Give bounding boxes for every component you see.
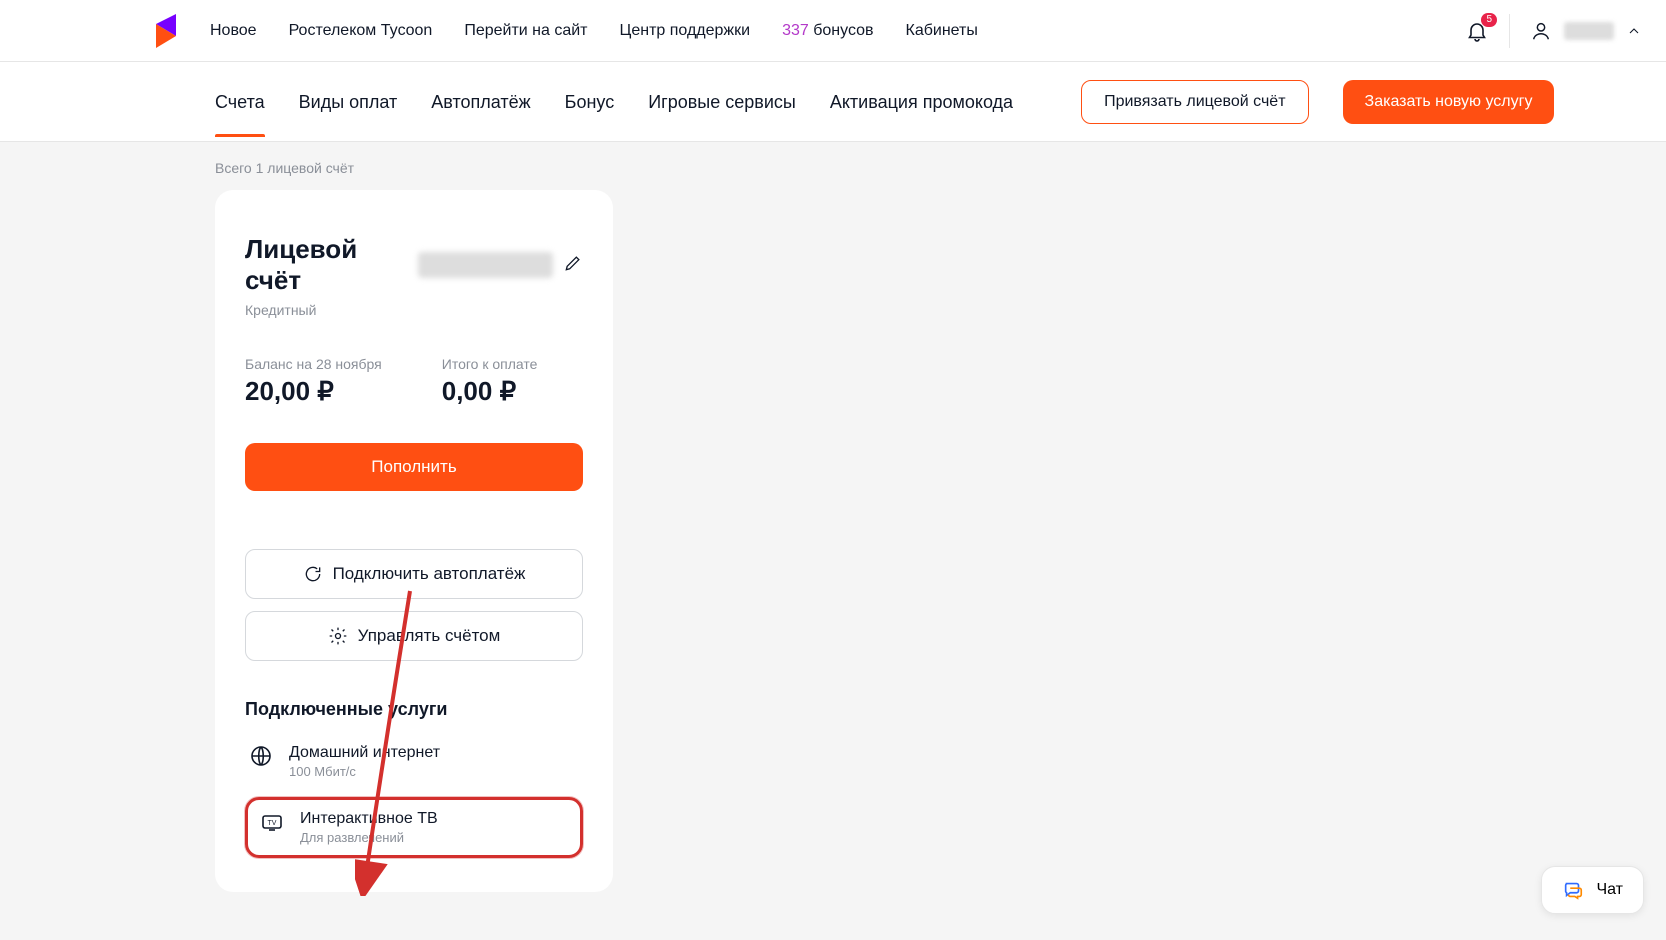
- due-value: 0,00 ₽: [442, 376, 538, 407]
- user-icon: [1530, 20, 1552, 42]
- globe-icon: [249, 744, 273, 768]
- gear-icon: [328, 626, 348, 646]
- nav-tycoon[interactable]: Ростелеком Tycoon: [289, 22, 433, 40]
- service-tv-name: Интерактивное ТВ: [300, 810, 438, 828]
- service-tv-sub: Для развлечений: [300, 830, 438, 845]
- divider: [1509, 14, 1510, 48]
- edit-account-button[interactable]: [563, 253, 583, 278]
- user-name-redacted: [1564, 22, 1614, 40]
- service-internet-sub: 100 Мбит/c: [289, 764, 440, 779]
- brand-logo[interactable]: [150, 14, 182, 48]
- notifications-badge: 5: [1481, 13, 1497, 27]
- account-title: Лицевой счёт: [245, 234, 408, 296]
- refresh-icon: [303, 564, 323, 584]
- svg-text:TV: TV: [268, 820, 277, 827]
- balance-label: Баланс на 28 ноября: [245, 356, 382, 372]
- tab-promo[interactable]: Активация промокода: [830, 66, 1013, 137]
- bonus-word: бонусов: [813, 22, 873, 39]
- manage-account-button[interactable]: Управлять счётом: [245, 611, 583, 661]
- header-right: 5: [1465, 14, 1642, 48]
- nav-site[interactable]: Перейти на сайт: [464, 22, 587, 40]
- notifications-button[interactable]: 5: [1465, 19, 1489, 43]
- chevron-up-icon: [1626, 23, 1642, 39]
- tab-payments[interactable]: Виды оплат: [299, 66, 398, 137]
- manage-label: Управлять счётом: [358, 626, 501, 646]
- nav-support[interactable]: Центр поддержки: [620, 22, 751, 40]
- topup-button[interactable]: Пополнить: [245, 443, 583, 491]
- user-menu[interactable]: [1530, 20, 1642, 42]
- tv-icon: TV: [260, 810, 284, 834]
- chat-icon: [1562, 879, 1584, 901]
- accounts-count: Всего 1 лицевой счёт: [215, 160, 1451, 176]
- autopay-button[interactable]: Подключить автоплатёж: [245, 549, 583, 599]
- service-internet-name: Домашний интернет: [289, 744, 440, 762]
- balance-value: 20,00 ₽: [245, 376, 382, 407]
- due-block: Итого к оплате 0,00 ₽: [442, 356, 538, 407]
- service-tv[interactable]: TV Интерактивное ТВ Для развлечений: [260, 810, 568, 845]
- account-card: Лицевой счёт Кредитный Баланс на 28 нояб…: [215, 190, 613, 892]
- account-number-redacted: [418, 252, 553, 278]
- content-area: Всего 1 лицевой счёт Лицевой счёт Кредит…: [0, 142, 1666, 932]
- tab-autopay[interactable]: Автоплатёж: [431, 66, 530, 137]
- chat-button[interactable]: Чат: [1541, 866, 1644, 914]
- due-label: Итого к оплате: [442, 356, 538, 372]
- nav-cabinets[interactable]: Кабинеты: [906, 22, 978, 40]
- bonus-count: 337: [782, 22, 809, 39]
- balance-block: Баланс на 28 ноября 20,00 ₽: [245, 356, 382, 407]
- order-service-button[interactable]: Заказать новую услугу: [1343, 80, 1555, 124]
- nav-new[interactable]: Новое: [210, 22, 257, 40]
- tab-gaming[interactable]: Игровые сервисы: [648, 66, 796, 137]
- service-internet[interactable]: Домашний интернет 100 Мбит/c: [245, 736, 583, 787]
- annotation-highlight: TV Интерактивное ТВ Для развлечений: [245, 797, 583, 858]
- tab-bonus[interactable]: Бонус: [565, 66, 615, 137]
- tabs-bar: Счета Виды оплат Автоплатёж Бонус Игровы…: [0, 62, 1666, 142]
- top-header: Новое Ростелеком Tycoon Перейти на сайт …: [0, 0, 1666, 62]
- pencil-icon: [563, 253, 583, 273]
- account-type: Кредитный: [245, 302, 583, 318]
- top-nav: Новое Ростелеком Tycoon Перейти на сайт …: [210, 22, 1465, 40]
- nav-bonus[interactable]: 337 бонусов: [782, 22, 873, 40]
- tab-accounts[interactable]: Счета: [215, 66, 265, 137]
- autopay-label: Подключить автоплатёж: [333, 564, 526, 584]
- link-account-button[interactable]: Привязать лицевой счёт: [1081, 80, 1308, 124]
- chat-label: Чат: [1596, 881, 1623, 899]
- services-title: Подключенные услуги: [245, 699, 583, 720]
